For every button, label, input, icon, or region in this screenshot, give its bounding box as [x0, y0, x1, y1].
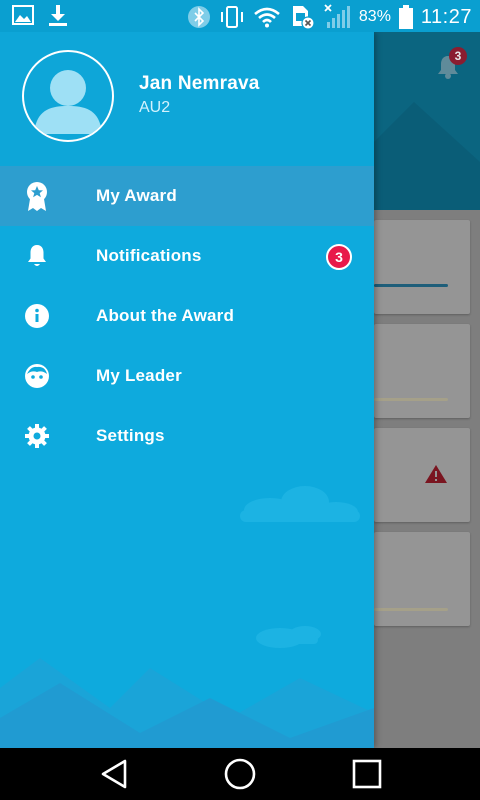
mountain-decoration: [0, 658, 374, 748]
info-icon: [22, 301, 52, 331]
menu-item-label: Settings: [96, 426, 165, 445]
menu-item-settings[interactable]: Settings: [0, 406, 374, 466]
user-name: Jan Nemrava: [139, 73, 260, 94]
battery-percent: 83%: [358, 8, 391, 25]
avatar[interactable]: [22, 50, 114, 142]
menu-item-my-leader[interactable]: My Leader: [0, 346, 374, 406]
status-bar: 83% 11:27: [0, 0, 480, 32]
background-notification-badge: 3: [449, 47, 467, 65]
drawer-menu: My Award Notifications 3 About the Award: [0, 166, 374, 466]
signal-icon: [323, 4, 351, 30]
menu-item-my-award[interactable]: My Award: [0, 166, 374, 226]
navigation-drawer: Jan Nemrava AU2 My Award Notifications 3…: [0, 32, 374, 748]
home-icon[interactable]: [222, 756, 258, 792]
background-app-body: [374, 210, 480, 748]
bluetooth-icon: [187, 5, 211, 29]
gear-icon: [22, 421, 52, 451]
background-app-header: 3: [374, 32, 480, 210]
menu-item-label: My Leader: [96, 366, 182, 385]
back-icon[interactable]: [96, 756, 132, 792]
wifi-icon: [253, 6, 281, 28]
drawer-header: Jan Nemrava AU2: [0, 32, 374, 166]
background-card: [374, 532, 470, 626]
leader-face-icon: [22, 361, 52, 391]
bell-icon: [22, 241, 52, 271]
notification-badge: 3: [326, 244, 352, 270]
battery-icon: [398, 5, 413, 29]
vibrate-icon: [219, 5, 245, 29]
status-time: 11:27: [420, 5, 472, 28]
image-icon: [12, 5, 34, 27]
background-card: [374, 324, 470, 418]
menu-item-label: About the Award: [96, 306, 235, 325]
background-card: [374, 428, 470, 522]
user-subtitle: AU2: [139, 99, 171, 116]
background-app-scrim[interactable]: 3: [374, 32, 480, 748]
system-navigation-bar: [0, 748, 480, 800]
menu-item-label: Notifications: [96, 246, 202, 265]
warning-icon: [424, 464, 448, 489]
menu-item-notifications[interactable]: Notifications 3: [0, 226, 374, 286]
menu-item-label: My Award: [96, 186, 177, 205]
menu-item-about-the-award[interactable]: About the Award: [0, 286, 374, 346]
background-card: [374, 220, 470, 314]
download-icon: [48, 5, 68, 27]
sim-card-icon: [289, 4, 315, 30]
recents-icon[interactable]: [349, 756, 385, 792]
user-placeholder-icon: [34, 70, 102, 134]
award-icon: [22, 181, 52, 211]
